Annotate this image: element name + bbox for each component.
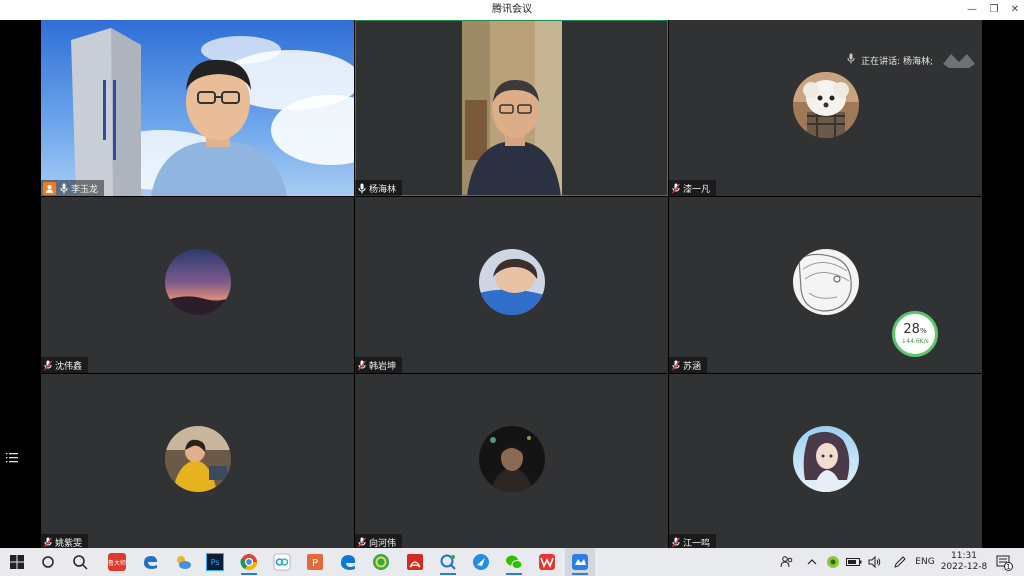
snipping-tool-icon[interactable] xyxy=(433,548,463,576)
chrome-icon[interactable] xyxy=(234,548,264,576)
taskbar-clock[interactable]: 11:31 2022-12-8 xyxy=(938,551,990,573)
microphone-muted-icon xyxy=(357,536,366,548)
powerpoint-icon[interactable]: P xyxy=(300,548,330,576)
baidu-netdisk-icon[interactable] xyxy=(267,548,297,576)
menu-icon[interactable] xyxy=(5,450,19,464)
clock-date: 2022-12-8 xyxy=(940,562,988,572)
participant-video xyxy=(41,20,354,196)
network-percent: 28% xyxy=(903,322,927,337)
participant-name: 杨海林 xyxy=(369,184,397,195)
acrobat-icon[interactable] xyxy=(400,548,430,576)
participant-name-bar: 李玉龙 xyxy=(41,180,105,196)
participant-tile-4[interactable]: 沈伟鑫 xyxy=(41,197,354,373)
wps-icon[interactable] xyxy=(532,548,562,576)
taskbar: 鲁大师 Ps P ENG 11:31 2022-12-8 1 xyxy=(0,548,1024,576)
participant-tile-1[interactable]: 李玉龙 xyxy=(41,20,354,196)
browser-360-icon[interactable] xyxy=(366,548,396,576)
people-icon[interactable] xyxy=(778,548,796,576)
network-meter[interactable]: 28% ↓44.6K/s xyxy=(892,311,938,357)
tencent-meeting-icon[interactable] xyxy=(565,548,595,576)
search-circle-icon[interactable] xyxy=(33,548,63,576)
edge-legacy-icon[interactable] xyxy=(135,548,165,576)
weather-app-icon[interactable] xyxy=(168,548,198,576)
windows-start-icon[interactable] xyxy=(2,548,32,576)
participant-name-bar: 韩岩坤 xyxy=(355,357,403,373)
participant-video xyxy=(355,20,668,196)
microphone-muted-icon xyxy=(671,359,680,371)
microphone-muted-icon xyxy=(671,182,680,194)
photoshop-icon[interactable]: Ps xyxy=(200,548,230,576)
participant-avatar xyxy=(792,249,859,315)
participant-name: 向河伟 xyxy=(369,538,397,549)
participant-avatar xyxy=(164,249,231,315)
cortana-icon[interactable] xyxy=(65,548,95,576)
participant-name-bar: 沈伟鑫 xyxy=(41,357,89,373)
speaking-label: 正在讲话: 杨海林; xyxy=(861,56,933,67)
participant-tile-5[interactable]: 韩岩坤 xyxy=(355,197,668,373)
participant-name-bar: 杨海林 xyxy=(355,180,403,196)
participant-avatar xyxy=(478,249,545,315)
participant-tile-8[interactable]: 向河伟 xyxy=(355,374,668,550)
speaking-indicator: 正在讲话: 杨海林; xyxy=(847,50,979,70)
participant-name: 苏涵 xyxy=(683,361,702,372)
participant-name: 姚紫雯 xyxy=(55,538,83,549)
participant-avatar xyxy=(792,72,859,138)
tray-app-icon[interactable] xyxy=(824,548,842,576)
participant-name: 韩岩坤 xyxy=(369,361,397,372)
minimize-button[interactable]: — xyxy=(961,0,983,20)
tencent-meeting-logo-icon xyxy=(939,50,979,70)
edge-icon[interactable] xyxy=(333,548,363,576)
restore-button[interactable]: ❐ xyxy=(983,0,1005,20)
participant-name: 江一鸣 xyxy=(683,538,711,549)
participant-tile-3[interactable]: 漆一凡 xyxy=(669,20,982,196)
microphone-icon xyxy=(847,53,855,67)
microphone-icon xyxy=(357,182,366,194)
participant-avatar xyxy=(478,426,545,492)
wechat-icon[interactable] xyxy=(499,548,529,576)
ludashi-label: 鲁大师 xyxy=(108,553,126,571)
title-bar: 腾讯会议 — ❐ ✕ xyxy=(0,0,1024,20)
microphone-muted-icon xyxy=(357,359,366,371)
notification-badge: 1 xyxy=(1004,562,1013,571)
participant-name-bar: 漆一凡 xyxy=(669,180,717,196)
participant-avatar xyxy=(792,426,859,492)
photoshop-label: Ps xyxy=(206,553,224,571)
chevron-up-icon[interactable] xyxy=(804,548,820,576)
participant-tile-6[interactable]: 苏涵 xyxy=(669,197,982,373)
input-language[interactable]: ENG xyxy=(912,548,938,576)
feishu-icon[interactable] xyxy=(466,548,496,576)
participant-name-bar: 苏涵 xyxy=(669,357,708,373)
participant-grid: 李玉龙 杨海林 漆一凡 沈伟鑫 韩岩坤 苏涵 姚紫雯 向河伟 江一鸣 xyxy=(41,20,982,550)
participant-tile-9[interactable]: 江一鸣 xyxy=(669,374,982,550)
participant-tile-7[interactable]: 姚紫雯 xyxy=(41,374,354,550)
svg-text:P: P xyxy=(312,558,318,569)
network-rate: ↓44.6K/s xyxy=(901,338,929,345)
host-icon xyxy=(43,181,56,195)
microphone-icon xyxy=(59,182,68,194)
microphone-muted-icon xyxy=(43,359,52,371)
participant-name: 李玉龙 xyxy=(71,184,99,195)
microphone-muted-icon xyxy=(43,536,52,548)
participant-name: 沈伟鑫 xyxy=(55,361,83,372)
close-button[interactable]: ✕ xyxy=(1004,0,1024,20)
battery-icon[interactable] xyxy=(845,548,863,576)
participant-tile-2[interactable]: 杨海林 xyxy=(355,20,668,196)
ludashi-icon[interactable]: 鲁大师 xyxy=(102,548,132,576)
volume-icon[interactable] xyxy=(866,548,884,576)
participant-avatar xyxy=(164,426,231,492)
meeting-stage: 李玉龙 杨海林 漆一凡 沈伟鑫 韩岩坤 苏涵 姚紫雯 向河伟 江一鸣 正在讲话:… xyxy=(0,20,1024,550)
notification-icon[interactable]: 1 xyxy=(994,548,1014,576)
microphone-muted-icon xyxy=(671,536,680,548)
clock-time: 11:31 xyxy=(951,551,977,561)
window-title: 腾讯会议 xyxy=(492,4,532,15)
pen-icon[interactable] xyxy=(890,548,910,576)
participant-name: 漆一凡 xyxy=(683,184,711,195)
